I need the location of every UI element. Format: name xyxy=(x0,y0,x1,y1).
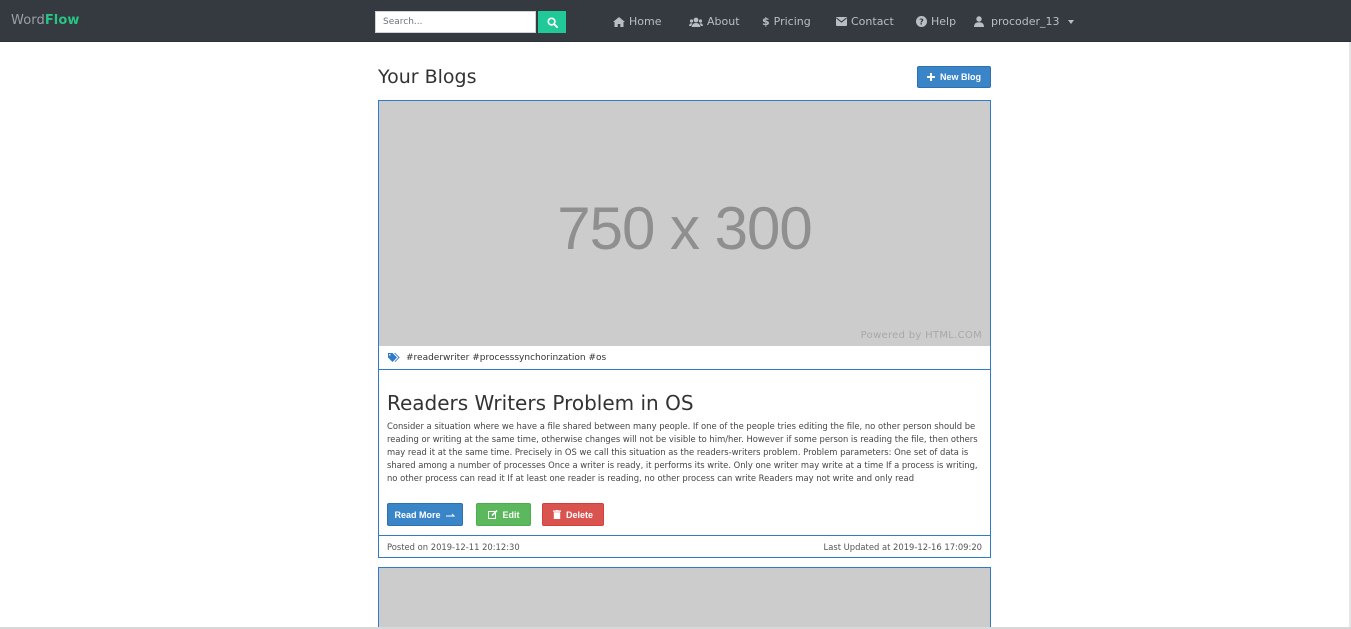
blog-title[interactable]: Readers Writers Problem in OS xyxy=(387,391,694,415)
page-title: Your Blogs xyxy=(378,66,477,88)
nav-contact-label: Contact xyxy=(851,15,894,28)
delete-label: Delete xyxy=(565,509,593,520)
nav-home[interactable]: Home xyxy=(613,15,661,28)
trash-icon xyxy=(552,510,561,519)
blog-card xyxy=(378,567,991,629)
image-dimensions-text: 750 x 300 xyxy=(557,195,813,262)
nav-home-label: Home xyxy=(629,15,662,28)
edit-label: Edit xyxy=(502,509,520,520)
brand-flow: Flow xyxy=(44,13,80,28)
new-blog-label: New Blog xyxy=(939,72,981,82)
top-navbar: WordFlow Home About $ Pricing xyxy=(0,0,1351,42)
nav-pricing-label: Pricing xyxy=(773,15,811,28)
svg-text:?: ? xyxy=(919,17,924,26)
nav-contact[interactable]: Contact xyxy=(836,15,894,28)
updated-date: Last Updated at 2019-12-16 17:09:20 xyxy=(823,541,982,552)
user-icon xyxy=(974,16,984,27)
search-icon xyxy=(546,16,558,28)
users-icon xyxy=(689,17,703,27)
tags-text[interactable]: #readerwriter #processsynchorinzation #o… xyxy=(406,353,606,363)
brand-logo[interactable]: WordFlow xyxy=(11,13,80,28)
image-credit: Powered by HTML.COM xyxy=(860,330,982,341)
brand-word: Word xyxy=(11,13,45,28)
blog-card-footer: Posted on 2019-12-11 20:12:30 Last Updat… xyxy=(379,535,990,557)
user-menu-dropdown[interactable]: procoder_13 xyxy=(974,15,1074,28)
read-more-label: Read More xyxy=(394,509,441,520)
posted-date: Posted on 2019-12-11 20:12:30 xyxy=(387,541,520,552)
edit-icon xyxy=(487,510,498,519)
blog-tags: #readerwriter #processsynchorinzation #o… xyxy=(379,346,990,370)
username-label: procoder_13 xyxy=(991,15,1060,28)
blog-image-placeholder xyxy=(379,568,990,629)
edit-button[interactable]: Edit xyxy=(476,503,531,526)
nav-pricing[interactable]: $ Pricing xyxy=(762,15,811,28)
search-input[interactable] xyxy=(375,11,536,33)
chevron-down-icon xyxy=(1067,19,1074,24)
new-blog-button[interactable]: New Blog xyxy=(917,66,991,88)
read-more-button[interactable]: Read More xyxy=(387,503,463,526)
home-icon xyxy=(613,16,625,27)
blog-image-placeholder: 750 x 300 Powered by HTML.COM xyxy=(379,101,990,346)
arrow-right-icon xyxy=(445,513,455,516)
envelope-icon xyxy=(836,17,847,26)
nav-about[interactable]: About xyxy=(689,15,740,28)
nav-about-label: About xyxy=(707,15,740,28)
search-button[interactable] xyxy=(538,11,566,33)
delete-button[interactable]: Delete xyxy=(542,503,604,526)
blog-card: 750 x 300 Powered by HTML.COM #readerwri… xyxy=(378,100,991,558)
nav-help[interactable]: ? Help xyxy=(916,15,956,28)
tags-icon xyxy=(388,352,400,362)
blog-excerpt: Consider a situation where we have a fil… xyxy=(387,421,978,483)
nav-help-label: Help xyxy=(931,15,957,28)
dollar-icon: $ xyxy=(762,15,770,28)
plus-icon xyxy=(926,73,935,81)
question-circle-icon: ? xyxy=(916,16,927,27)
